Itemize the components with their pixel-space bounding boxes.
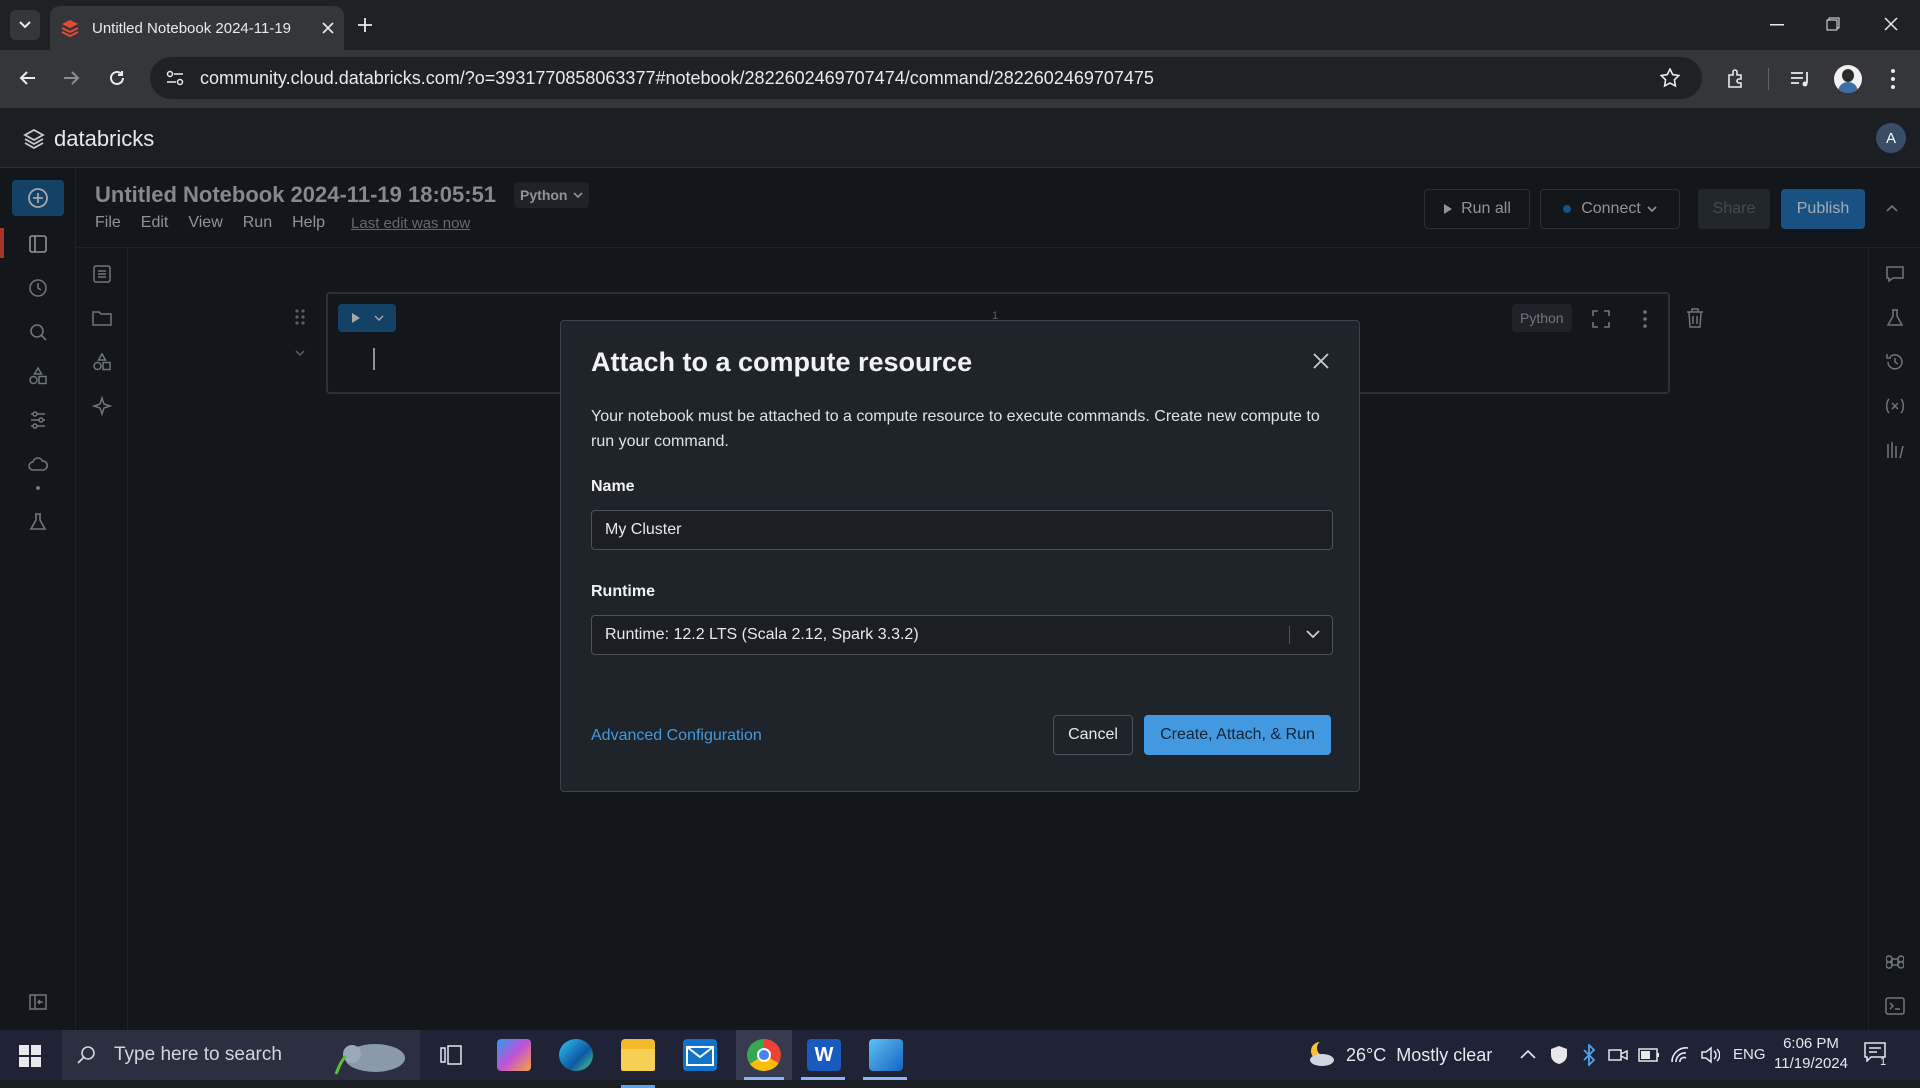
camera-icon[interactable] xyxy=(1608,1046,1628,1064)
advanced-configuration-link[interactable]: Advanced Configuration xyxy=(591,727,762,745)
search-icon xyxy=(77,1046,95,1064)
media-control-icon[interactable] xyxy=(1790,70,1812,88)
dialog-title: Attach to a compute resource xyxy=(591,347,973,377)
profile-avatar[interactable] xyxy=(1834,65,1862,93)
edge-browser-icon[interactable] xyxy=(559,1039,593,1071)
databricks-favicon-icon xyxy=(61,20,79,38)
weather-text[interactable]: 26°C Mostly clear xyxy=(1346,1045,1492,1066)
restore-icon[interactable] xyxy=(1826,17,1840,31)
volume-icon[interactable] xyxy=(1700,1046,1720,1064)
cancel-button[interactable]: Cancel xyxy=(1053,715,1133,755)
app-top-bar: databricks A xyxy=(0,108,1920,168)
taskbar-search[interactable]: Type here to search xyxy=(62,1030,420,1080)
browser-tab-bar: Untitled Notebook 2024-11-19 xyxy=(0,0,1920,50)
brand-name: databricks xyxy=(54,126,155,151)
windows-taskbar: Type here to search W 26°C Mostly clear … xyxy=(0,1030,1920,1088)
clock-time: 6:06 PM xyxy=(1783,1035,1839,1052)
file-explorer-icon[interactable] xyxy=(621,1039,655,1088)
notification-center[interactable]: 1 xyxy=(1864,1042,1890,1068)
create-attach-run-button[interactable]: Create, Attach, & Run xyxy=(1144,715,1331,755)
photos-icon[interactable] xyxy=(869,1039,903,1071)
select-divider xyxy=(1289,626,1290,644)
runtime-select[interactable]: Runtime: 12.2 LTS (Scala 2.12, Spark 3.3… xyxy=(591,615,1333,655)
tab-search-button[interactable] xyxy=(10,10,40,40)
minimize-icon[interactable] xyxy=(1770,24,1784,26)
close-icon[interactable] xyxy=(1313,353,1329,369)
tab-title: Untitled Notebook 2024-11-19 xyxy=(92,19,292,37)
chevron-down-icon xyxy=(19,21,31,29)
browser-toolbar: community.cloud.databricks.com/?o=393177… xyxy=(0,50,1920,108)
copilot-icon[interactable] xyxy=(497,1039,531,1071)
address-bar[interactable]: community.cloud.databricks.com/?o=393177… xyxy=(150,57,1702,99)
databricks-logo[interactable]: databricks xyxy=(22,126,154,152)
browser-menu-icon[interactable] xyxy=(1890,68,1896,90)
manatee-illustration-icon xyxy=(334,1044,405,1075)
close-tab-icon[interactable] xyxy=(322,22,334,34)
toolbar-divider xyxy=(1768,68,1769,90)
forward-arrow-icon[interactable] xyxy=(63,70,81,86)
word-icon[interactable]: W xyxy=(807,1039,841,1071)
input-language[interactable]: ENG xyxy=(1733,1046,1766,1063)
dialog-description: Your notebook must be attached to a comp… xyxy=(591,408,1320,450)
battery-icon[interactable] xyxy=(1638,1048,1660,1062)
reload-icon[interactable] xyxy=(108,69,126,87)
wifi-icon[interactable] xyxy=(1670,1046,1690,1064)
notification-count: 1 xyxy=(1880,1056,1887,1068)
back-arrow-icon[interactable] xyxy=(18,70,36,86)
browser-tab[interactable]: Untitled Notebook 2024-11-19 xyxy=(50,6,344,50)
new-tab-icon[interactable] xyxy=(357,17,373,33)
close-window-icon[interactable] xyxy=(1884,17,1898,31)
task-view-icon[interactable] xyxy=(440,1045,462,1065)
databricks-logo-icon xyxy=(23,128,45,150)
url-text: community.cloud.databricks.com/?o=393177… xyxy=(200,67,1154,88)
name-label: Name xyxy=(591,478,635,495)
clock[interactable]: 6:06 PM 11/19/2024 xyxy=(1773,1034,1849,1074)
search-placeholder: Type here to search xyxy=(114,1044,282,1065)
show-hidden-icons-icon[interactable] xyxy=(1520,1049,1536,1059)
mail-icon[interactable] xyxy=(683,1039,717,1071)
attach-compute-dialog: Attach to a compute resource Your notebo… xyxy=(560,320,1360,792)
bluetooth-icon[interactable] xyxy=(1582,1044,1596,1066)
bookmark-star-icon[interactable] xyxy=(1660,68,1680,88)
windows-start-icon[interactable] xyxy=(19,1045,41,1067)
site-info-icon[interactable] xyxy=(166,70,184,86)
clock-date: 11/19/2024 xyxy=(1774,1055,1848,1072)
cluster-name-input[interactable]: My Cluster xyxy=(591,510,1333,550)
security-shield-icon[interactable] xyxy=(1550,1045,1568,1065)
extensions-icon[interactable] xyxy=(1725,68,1747,90)
chrome-taskbar-active[interactable] xyxy=(736,1030,792,1080)
chevron-down-icon xyxy=(1306,630,1320,639)
runtime-value: Runtime: 12.2 LTS (Scala 2.12, Spark 3.3… xyxy=(605,626,919,643)
user-avatar[interactable]: A xyxy=(1876,123,1906,153)
runtime-label: Runtime xyxy=(591,583,655,600)
weather-moon-cloud-icon xyxy=(1310,1040,1334,1066)
